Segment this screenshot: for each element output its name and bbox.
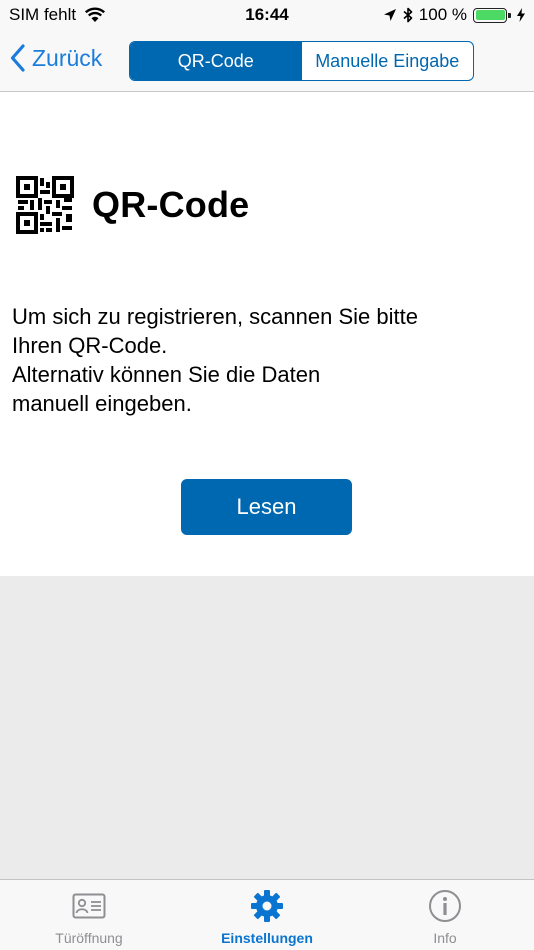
battery-icon	[473, 7, 511, 23]
tab-bar: Türöffnung Einstellungen Info	[0, 879, 534, 950]
instructions-line: Ihren QR-Code.	[12, 333, 168, 358]
gear-icon	[249, 888, 285, 924]
battery-level	[475, 10, 505, 20]
tab-settings[interactable]: Einstellungen	[178, 880, 356, 950]
tab-label: Türöffnung	[55, 930, 123, 946]
qr-heading: QR-Code	[16, 176, 249, 234]
instructions-line: Alternativ können Sie die Daten	[12, 362, 321, 387]
navigation-bar: Zurück QR-Code Manuelle Eingabe	[0, 30, 534, 92]
segment-manual-entry[interactable]: Manuelle Eingabe	[302, 42, 474, 80]
charging-bolt-icon	[517, 8, 525, 22]
bluetooth-icon	[403, 7, 413, 23]
chevron-left-icon	[10, 44, 25, 72]
tab-label: Info	[433, 930, 457, 946]
info-icon	[428, 888, 462, 924]
back-button[interactable]: Zurück	[10, 44, 102, 72]
segment-qr-code[interactable]: QR-Code	[130, 42, 302, 80]
page-title: QR-Code	[92, 184, 250, 225]
location-arrow-icon	[383, 9, 396, 21]
qr-code-icon	[16, 176, 74, 234]
read-qr-button[interactable]: Lesen	[181, 479, 352, 535]
tab-info[interactable]: Info	[356, 880, 534, 950]
status-bar: SIM fehlt 16:44 100 %	[0, 0, 534, 30]
instructions-text: Um sich zu registrieren, scannen Sie bit…	[12, 302, 512, 418]
registration-panel: QR-Code Um sich zu registrieren, scannen…	[0, 92, 534, 576]
input-mode-segmented-control: QR-Code Manuelle Eingabe	[129, 41, 474, 81]
status-right: 100 %	[377, 5, 526, 25]
battery-percent: 100 %	[418, 5, 467, 24]
instructions-line: manuell eingeben.	[12, 391, 192, 416]
id-card-icon	[72, 888, 106, 924]
tab-label: Einstellungen	[221, 930, 313, 946]
tab-door-opening[interactable]: Türöffnung	[0, 880, 178, 950]
back-label: Zurück	[32, 44, 103, 71]
instructions-line: Um sich zu registrieren, scannen Sie bit…	[12, 304, 418, 329]
